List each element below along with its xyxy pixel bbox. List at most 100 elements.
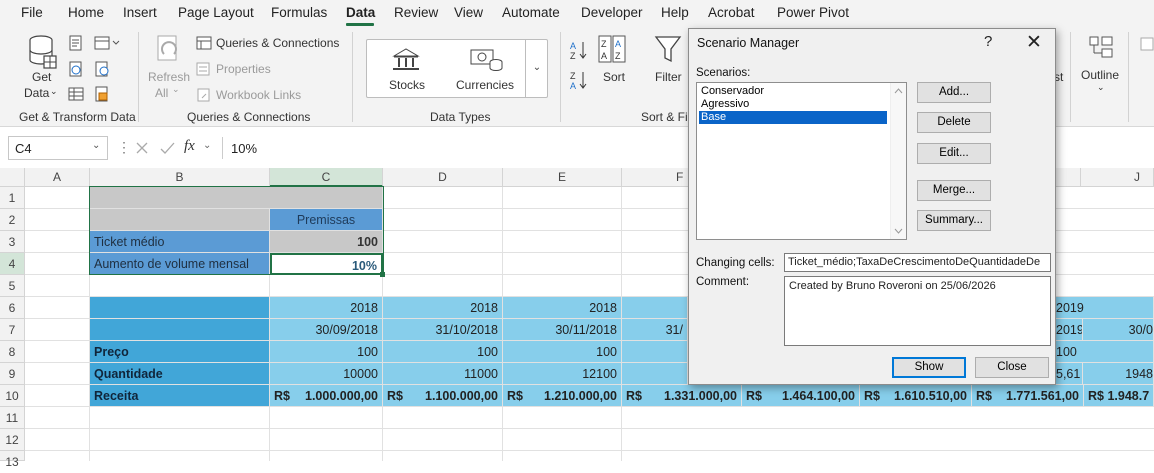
column-header-a[interactable]: A — [25, 168, 90, 187]
existing-connections-icon[interactable] — [94, 61, 110, 77]
column-header-i[interactable] — [1054, 168, 1081, 187]
cell-d7[interactable]: 31/10/2018 — [383, 319, 503, 341]
list-scrollbar[interactable] — [890, 83, 906, 239]
row-header[interactable]: 5 — [0, 275, 25, 297]
scroll-down-icon[interactable] — [894, 228, 903, 234]
menu-developer[interactable]: Developer — [581, 5, 643, 20]
cell-b1[interactable] — [90, 187, 383, 209]
cell-i8[interactable]: 100 — [1056, 341, 1154, 363]
cell-c7[interactable]: 30/09/2018 — [270, 319, 383, 341]
menu-automate[interactable]: Automate — [502, 5, 560, 20]
column-header-e[interactable]: E — [503, 168, 622, 187]
cell-c10[interactable]: R$ 1.000.000,00 — [270, 385, 383, 407]
cell-b2[interactable] — [90, 209, 270, 231]
cell-c9[interactable]: 10000 — [270, 363, 383, 385]
chevron-down-icon[interactable]: ⌄ — [92, 140, 100, 151]
cell-b9[interactable]: Quantidade — [90, 363, 270, 385]
cell-e8[interactable]: 100 — [503, 341, 622, 363]
cell-i10[interactable]: R$ 1.771.561,00 — [972, 385, 1084, 407]
cell-f9[interactable] — [622, 363, 688, 385]
row-header[interactable]: 1 — [0, 187, 25, 209]
show-button[interactable]: Show — [892, 357, 966, 378]
row-header[interactable]: 10 — [0, 385, 25, 407]
menu-file[interactable]: File — [21, 5, 43, 20]
column-header-d[interactable]: D — [383, 168, 503, 187]
cell-h10[interactable]: R$ 1.610.510,00 — [860, 385, 972, 407]
cell-b6[interactable] — [90, 297, 270, 319]
cell-c2[interactable]: Premissas — [270, 209, 383, 231]
menu-help[interactable]: Help — [661, 5, 689, 20]
cell-j9[interactable]: 1948 — [1083, 363, 1154, 385]
from-web-icon[interactable] — [68, 61, 84, 77]
menu-view[interactable]: View — [454, 5, 483, 20]
sort-a-to-z-icon[interactable]: AZ — [570, 40, 590, 60]
select-all-corner[interactable] — [0, 168, 25, 187]
cell-f7[interactable]: 31/ — [622, 319, 688, 341]
comment-field[interactable]: Created by Bruno Roveroni on 25/06/2026 — [784, 276, 1051, 346]
cell-c4-active[interactable]: 10% — [270, 253, 383, 275]
cell-b8[interactable]: Preço — [90, 341, 270, 363]
scenario-item-conservador[interactable]: Conservador — [699, 85, 887, 98]
cell-f6[interactable] — [622, 297, 688, 319]
menu-formulas[interactable]: Formulas — [271, 5, 327, 20]
menu-page-layout[interactable]: Page Layout — [178, 5, 254, 20]
formula-input[interactable]: 10% — [231, 141, 257, 156]
summary-button[interactable]: Summary... — [917, 210, 991, 231]
scroll-up-icon[interactable] — [894, 88, 903, 94]
delete-button[interactable]: Delete — [917, 112, 991, 133]
cell-b4[interactable]: Aumento de volume mensal — [90, 253, 270, 275]
merge-button[interactable]: Merge... — [917, 180, 991, 201]
fill-handle[interactable] — [380, 272, 385, 277]
menu-power-pivot[interactable]: Power Pivot — [777, 5, 849, 20]
row-header[interactable]: 6 — [0, 297, 25, 319]
data-types-more-button[interactable]: ⌄ — [525, 39, 548, 98]
menu-review[interactable]: Review — [394, 5, 438, 20]
cell-e7[interactable]: 30/11/2018 — [503, 319, 622, 341]
cell-f8[interactable] — [622, 341, 688, 363]
more-options-icon[interactable]: ⋮ — [117, 139, 131, 156]
cell-i7[interactable]: 2019 — [1056, 319, 1083, 341]
cancel-icon[interactable] — [135, 141, 149, 155]
column-header-j[interactable]: J — [1081, 168, 1154, 187]
from-picture-icon[interactable] — [94, 86, 110, 102]
cell-c3[interactable]: 100 — [270, 231, 383, 253]
cell-g10[interactable]: R$ 1.464.100,00 — [742, 385, 860, 407]
edit-button[interactable]: Edit... — [917, 143, 991, 164]
cell-d8[interactable]: 100 — [383, 341, 503, 363]
cell-e10[interactable]: R$ 1.210.000,00 — [503, 385, 622, 407]
row-header[interactable]: 8 — [0, 341, 25, 363]
cell-f10[interactable]: R$ 1.331.000,00 — [622, 385, 742, 407]
menu-acrobat[interactable]: Acrobat — [708, 5, 755, 20]
cell-c8[interactable]: 100 — [270, 341, 383, 363]
cell-d9[interactable]: 11000 — [383, 363, 503, 385]
scenario-item-base[interactable]: Base — [699, 111, 887, 124]
cell-b7[interactable] — [90, 319, 270, 341]
row-header[interactable]: 12 — [0, 429, 25, 451]
chevron-down-icon[interactable]: ⌄ — [203, 140, 211, 151]
cell-i6[interactable]: 2019 — [1056, 297, 1154, 319]
cell-e6[interactable]: 2018 — [503, 297, 622, 319]
analysis-icon[interactable] — [1140, 37, 1154, 51]
cell-b3[interactable]: Ticket médio — [90, 231, 270, 253]
from-table-icon[interactable] — [68, 86, 84, 102]
column-header-c[interactable]: C — [270, 168, 383, 187]
scenarios-list[interactable]: Conservador Agressivo Base — [696, 82, 907, 240]
help-icon[interactable]: ? — [984, 33, 992, 50]
changing-cells-field[interactable]: Ticket_médio;TaxaDeCrescimentoDeQuantida… — [784, 253, 1051, 272]
row-header[interactable]: 7 — [0, 319, 25, 341]
cell-j7[interactable]: 30/0 — [1083, 319, 1154, 341]
row-header[interactable]: 11 — [0, 407, 25, 429]
row-header[interactable]: 3 — [0, 231, 25, 253]
from-text-icon[interactable] — [68, 35, 84, 51]
cell-j10[interactable]: R$ 1.948.7 — [1084, 385, 1154, 407]
enter-check-icon[interactable] — [159, 141, 175, 155]
menu-insert[interactable]: Insert — [123, 5, 157, 20]
row-header[interactable]: 4 — [0, 253, 25, 275]
scenario-item-agressivo[interactable]: Agressivo — [699, 98, 887, 111]
cell-b10[interactable]: Receita — [90, 385, 270, 407]
cell-d10[interactable]: R$ 1.100.000,00 — [383, 385, 503, 407]
close-icon[interactable]: ✕ — [1026, 31, 1042, 54]
add-button[interactable]: Add... — [917, 82, 991, 103]
cell-c6[interactable]: 2018 — [270, 297, 383, 319]
row-header[interactable]: 9 — [0, 363, 25, 385]
